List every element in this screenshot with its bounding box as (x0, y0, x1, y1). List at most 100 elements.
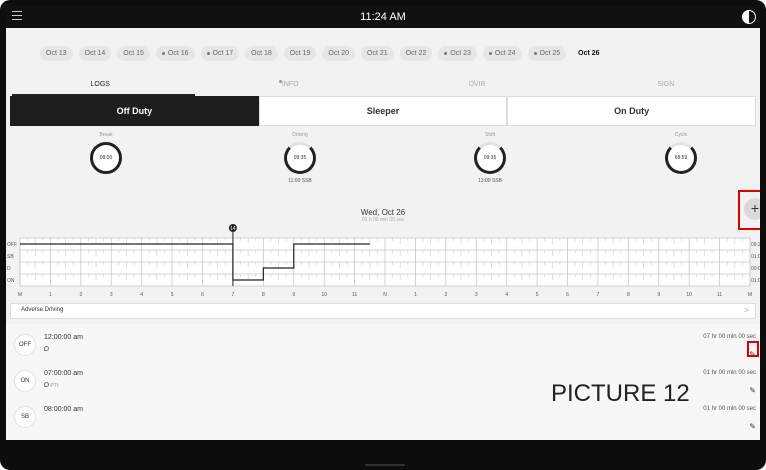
hour-label: 10 (686, 292, 692, 296)
date-chip-label: Oct 22 (405, 50, 427, 57)
row-label: D (7, 266, 11, 272)
date-chip-label: Oct 26 (578, 50, 600, 57)
hour-label: 5 (171, 292, 174, 296)
off-duty-button[interactable]: Off Duty (10, 96, 259, 126)
contrast-icon[interactable] (742, 10, 756, 24)
location-pin-icon (44, 346, 49, 351)
hour-label: 8 (627, 292, 630, 296)
status-badge: OFF (14, 334, 36, 356)
clock-sublabel: 13:00 SSB (478, 178, 502, 184)
hour-label: 11 (717, 292, 722, 296)
adverse-driving-label: Adverse Driving (21, 307, 64, 313)
duty-status-selector: Off Duty Sleeper On Duty (10, 96, 757, 126)
hour-label: 9 (657, 292, 660, 296)
hour-label: 1 (414, 292, 417, 296)
date-chip[interactable]: Oct 26 (572, 46, 605, 61)
date-chip[interactable]: Oct 21 (361, 46, 394, 61)
edit-icon[interactable]: ✎ (749, 386, 756, 395)
log-entry[interactable]: OFF 12:00:00 am 07 hr 00 min 00 sec ✎ (6, 328, 760, 364)
app-screen: 11:24 AM Oct 13 Oct 14 Oct 15 Oct 16 Oct 17 O… (6, 6, 760, 440)
date-chip[interactable]: Oct 16 (155, 46, 195, 61)
tab-label: LOGS (90, 81, 110, 88)
date-chip[interactable]: Oct 22 (399, 46, 433, 61)
hour-label: 11 (352, 292, 357, 296)
row-label: ON (7, 278, 15, 284)
date-chip[interactable]: Oct 17 (200, 46, 240, 61)
dot-icon (206, 51, 210, 55)
clock-driving: Driving 09:35 11:00 SSB (250, 132, 350, 184)
hour-label: 10 (321, 292, 327, 296)
on-duty-button[interactable]: On Duty (507, 96, 757, 126)
hour-label: 3 (110, 292, 113, 296)
tab-sign[interactable]: SIGN (572, 74, 761, 96)
clock-ring: 09:35 (474, 142, 506, 174)
date-chip-label: Oct 21 (367, 50, 388, 57)
clock-shift: Shift 09:35 13:00 SSB (440, 132, 540, 184)
time-marker-label: 14 (230, 226, 236, 232)
dot-icon (488, 51, 492, 55)
clock-cycle: Cycle 68:59 (631, 132, 731, 178)
adverse-driving-row[interactable]: Adverse Driving > (10, 303, 756, 319)
picture-caption: PICTURE 12 (551, 380, 690, 407)
dot-icon (444, 51, 448, 55)
clock-ring: 08:00 (90, 142, 122, 174)
clock-label: Break (99, 132, 113, 138)
date-chip-label: Oct 24 (494, 50, 516, 57)
date-chip[interactable]: Oct 18 (245, 46, 278, 61)
home-indicator[interactable] (365, 464, 405, 466)
tab-bar: LOGS INFO DVIR SIGN (6, 74, 760, 96)
date-chip-label: Oct 19 (289, 50, 311, 57)
hour-label: 2 (444, 292, 447, 296)
highlight-box (747, 341, 759, 357)
sleeper-button[interactable]: Sleeper (258, 96, 508, 126)
entry-time: 12:00:00 am (44, 334, 83, 341)
row-total: 00:0 (751, 266, 760, 272)
hos-clocks: Break 08:00 Driving 09:35 11:00 SSB Shift 09:3… (6, 132, 760, 196)
tab-info[interactable]: INFO (195, 74, 384, 96)
hour-label: 3 (475, 292, 478, 296)
hour-label: 5 (536, 292, 539, 296)
date-chip[interactable]: Oct 24 (482, 46, 522, 61)
hour-label: M (748, 292, 752, 296)
clock-label: Cycle (674, 132, 688, 138)
hour-label: 2 (79, 292, 82, 296)
date-chip[interactable]: Oct 19 (283, 46, 317, 61)
clock-label: Driving (292, 132, 308, 138)
graph-subtitle: 01 h 00 min 00 sec (361, 217, 405, 223)
row-total: 09:2 (751, 242, 760, 248)
date-strip: Oct 13 Oct 14 Oct 15 Oct 16 Oct 17 Oct 18 Oct … (40, 46, 606, 61)
tab-dvir[interactable]: DVIR (383, 74, 572, 96)
date-chip-label: Oct 16 (167, 50, 189, 57)
date-chip-label: Oct 17 (212, 50, 234, 57)
tab-label: INFO (281, 81, 299, 88)
tab-logs[interactable]: LOGS (6, 74, 195, 96)
date-chip[interactable]: Oct 20 (322, 46, 355, 61)
date-chip[interactable]: Oct 25 (527, 46, 567, 61)
hour-label: 7 (232, 292, 235, 296)
status-badge: SB (14, 406, 36, 428)
date-chip[interactable]: Oct 14 (78, 46, 112, 61)
entry-duration: 01 hr 00 min 00 sec (703, 406, 756, 412)
date-chip-label: Oct 18 (251, 50, 272, 57)
hour-label: 7 (597, 292, 600, 296)
date-chip-label: Oct 15 (123, 50, 144, 57)
clock-label: Shift (484, 132, 495, 138)
chevron-right-icon: > (743, 305, 749, 315)
entry-time: 07:00:00 am (44, 370, 83, 377)
row-total: 01:0 (751, 254, 760, 260)
hour-label: N (383, 292, 387, 296)
edit-icon[interactable]: ✎ (749, 422, 756, 431)
tab-label: SIGN (657, 81, 675, 88)
clock-time: 11:24 AM (360, 11, 406, 23)
date-chip[interactable]: Oct 13 (40, 46, 73, 61)
status-bar: 11:24 AM (6, 6, 760, 28)
date-chip[interactable]: Oct 15 (117, 46, 150, 61)
dot-icon (533, 51, 537, 55)
date-chip-label: Oct 23 (450, 50, 471, 57)
log-graph-section: Wed, Oct 26 01 h 00 min 00 sec + M 1 2 3 4 5 6… (6, 190, 760, 302)
date-chip-label: Oct 20 (328, 50, 349, 57)
clock-sublabel: 11:00 SSB (288, 178, 312, 184)
date-chip[interactable]: Oct 23 (438, 46, 477, 61)
add-event-button[interactable]: + (744, 198, 760, 220)
tab-label: DVIR (468, 81, 486, 88)
